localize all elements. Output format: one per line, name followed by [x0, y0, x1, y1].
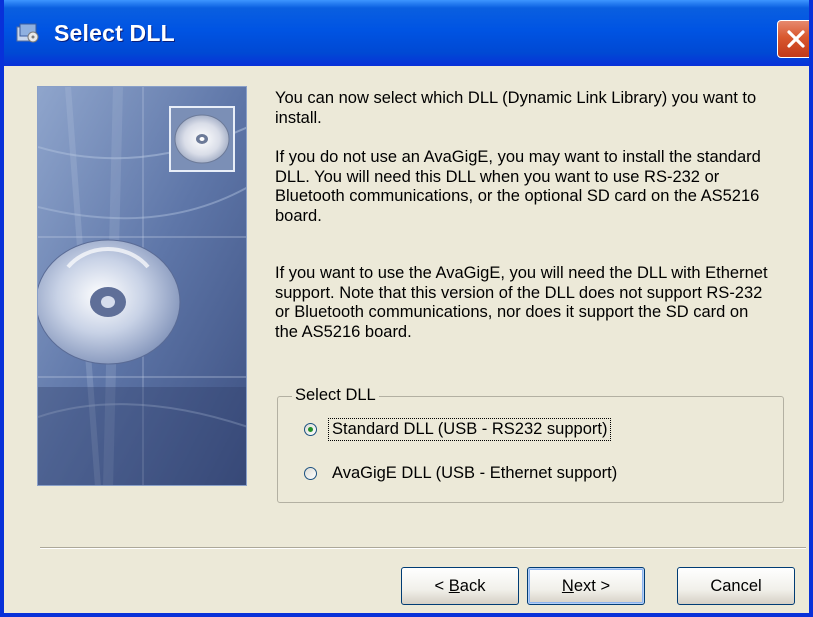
back-rest: ack — [459, 576, 486, 595]
select-dll-dialog: Select DLL You can now select which DLL … — [0, 0, 813, 617]
cancel-button[interactable]: Cancel — [677, 567, 795, 605]
cd-disc-graphic — [37, 86, 247, 486]
intro-text: You can now select which DLL (Dynamic Li… — [275, 89, 757, 127]
standard-dll-text: If you do not use an AvaGigE, you may wa… — [275, 148, 761, 225]
groupbox-legend: Select DLL — [292, 386, 379, 405]
back-prefix: < — [434, 576, 449, 595]
close-icon — [787, 30, 805, 48]
avagige-dll-radio[interactable] — [304, 467, 317, 480]
standard-dll-label[interactable]: Standard DLL (USB - RS232 support) — [327, 418, 612, 441]
back-mnemonic: B — [448, 576, 460, 595]
footer-separator — [40, 547, 806, 549]
installer-icon — [16, 23, 39, 43]
next-rest: ext > — [573, 576, 611, 595]
back-button[interactable]: < Back — [401, 567, 519, 605]
standard-dll-option[interactable]: Standard DLL (USB - RS232 support) — [304, 418, 612, 441]
title-bar[interactable]: Select DLL — [4, 0, 809, 66]
window-title: Select DLL — [54, 20, 175, 46]
close-button[interactable] — [777, 20, 809, 58]
standard-dll-radio[interactable] — [304, 423, 317, 436]
ethernet-dll-text: If you want to use the AvaGigE, you will… — [275, 264, 768, 341]
next-button[interactable]: Next > — [527, 567, 645, 605]
avagige-dll-option[interactable]: AvaGigE DLL (USB - Ethernet support) — [304, 463, 620, 484]
next-mnemonic: N — [561, 576, 574, 595]
avagige-dll-label[interactable]: AvaGigE DLL (USB - Ethernet support) — [329, 463, 620, 484]
select-dll-groupbox — [277, 396, 784, 503]
dialog-content: You can now select which DLL (Dynamic Li… — [4, 66, 809, 613]
